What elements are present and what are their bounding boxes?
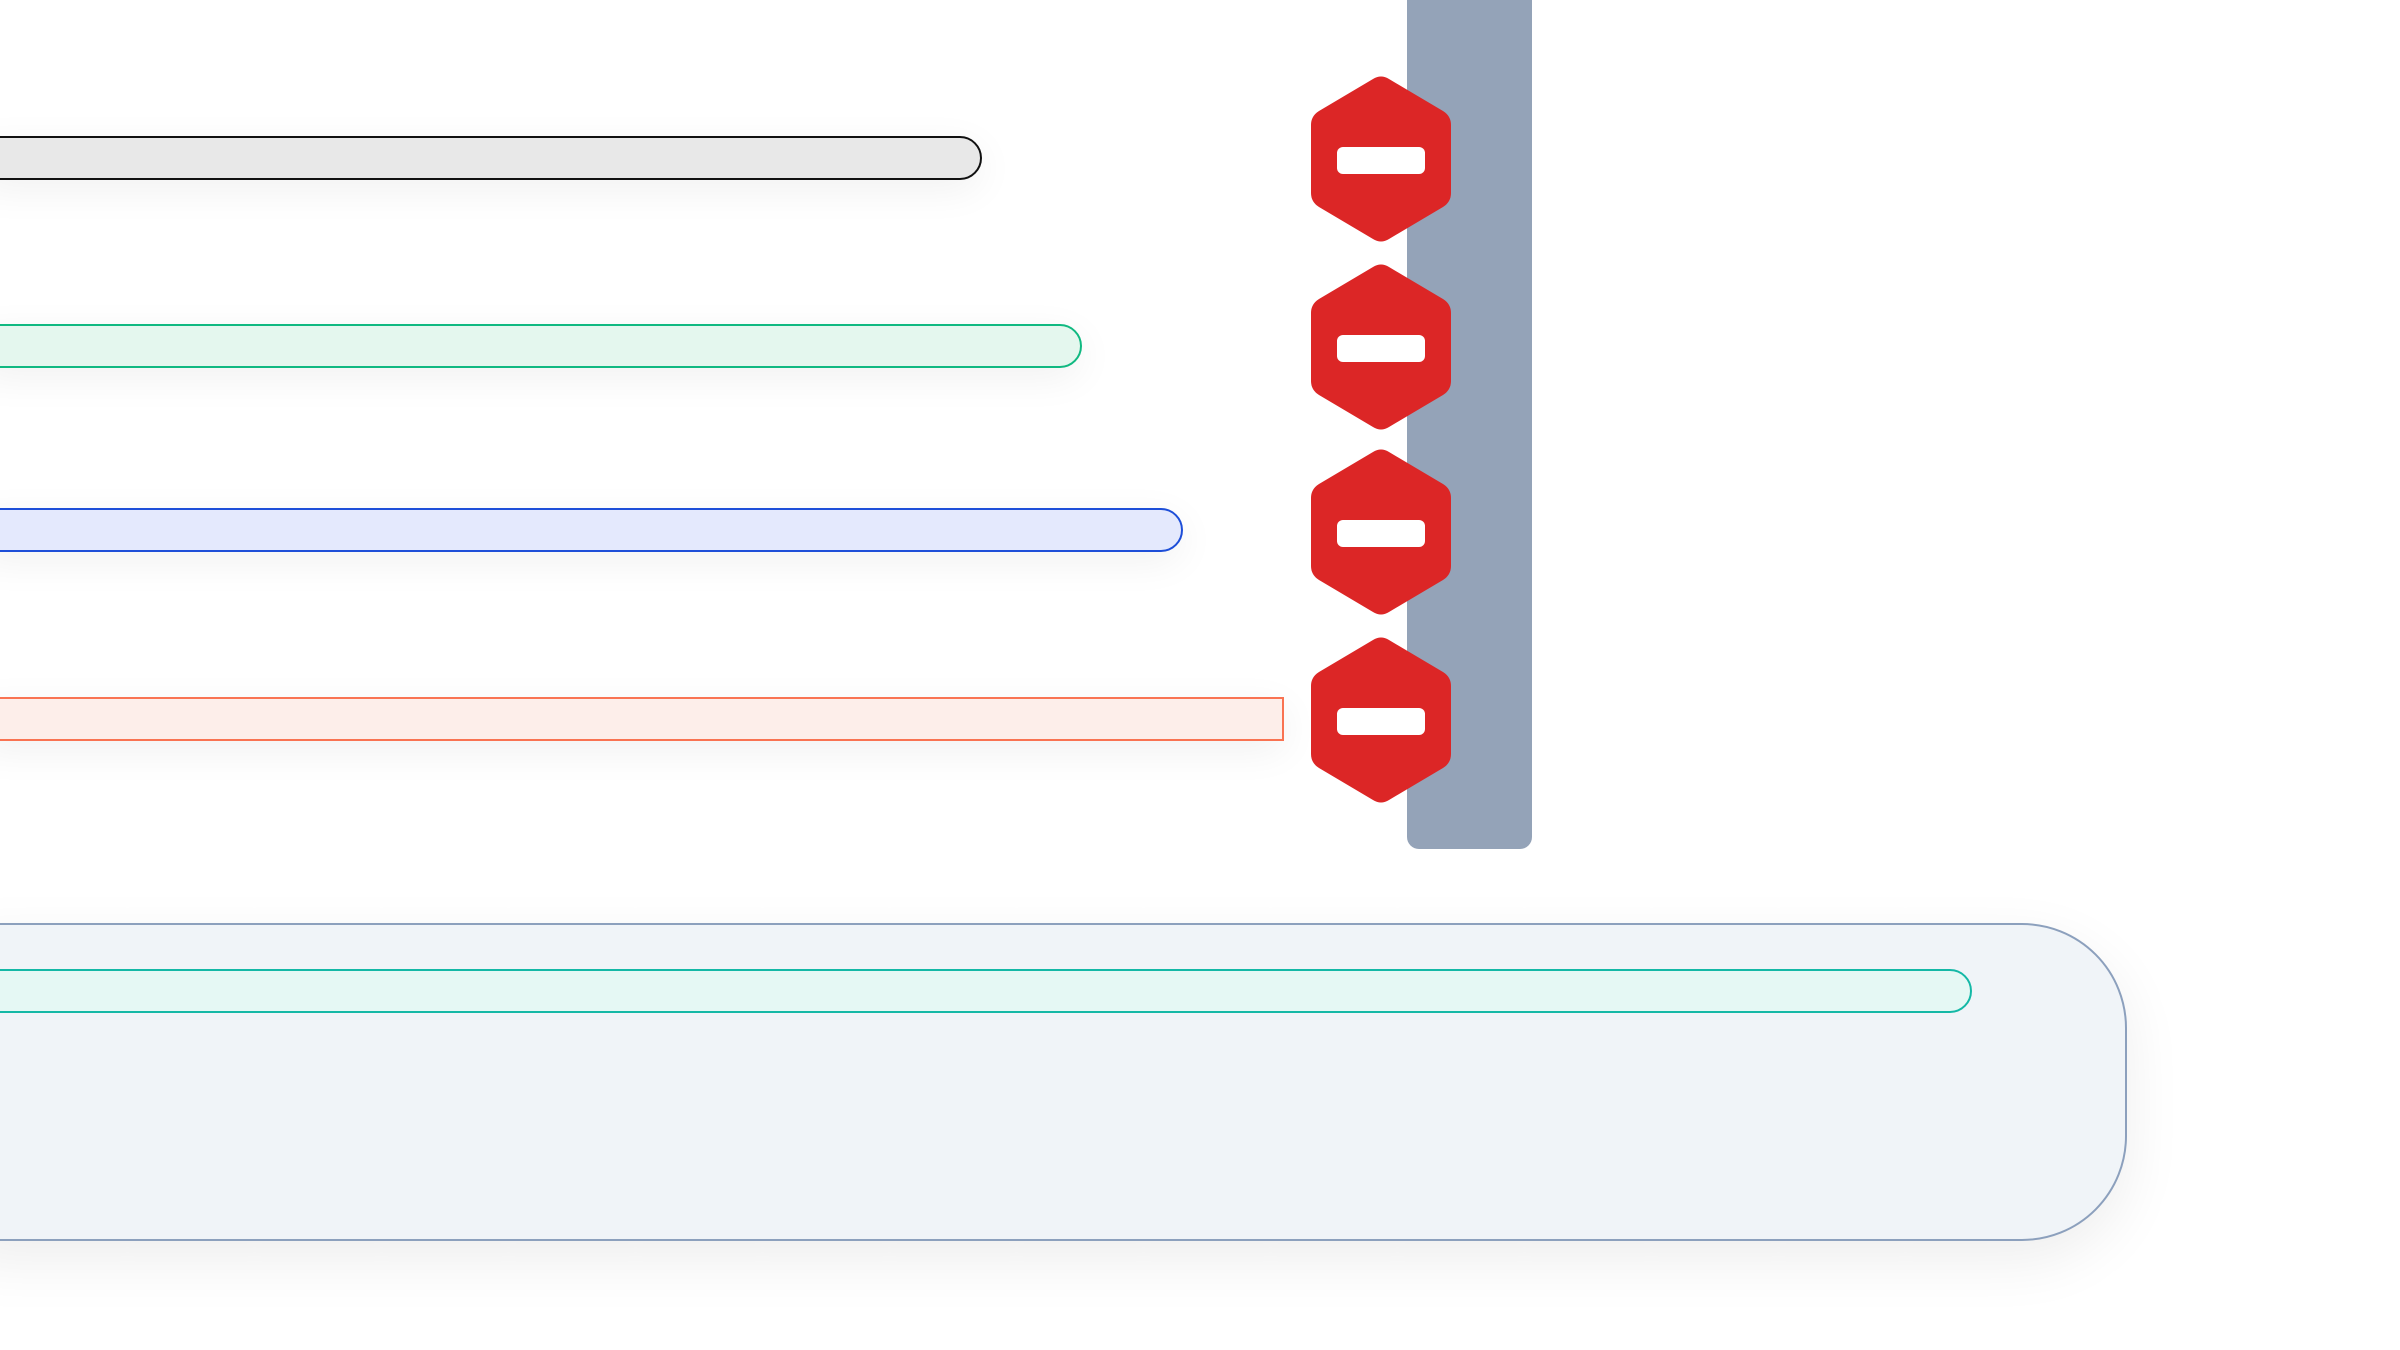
stop-icon — [1307, 75, 1455, 243]
stop-icon — [1307, 636, 1455, 804]
track-bar-4 — [0, 697, 1284, 741]
track-bar-2 — [0, 324, 1082, 368]
stop-icon — [1307, 263, 1455, 431]
track-bar-3 — [0, 508, 1183, 552]
track-bar-1 — [0, 136, 982, 180]
stop-icon — [1307, 448, 1455, 616]
panel-track-bar — [0, 969, 1972, 1013]
